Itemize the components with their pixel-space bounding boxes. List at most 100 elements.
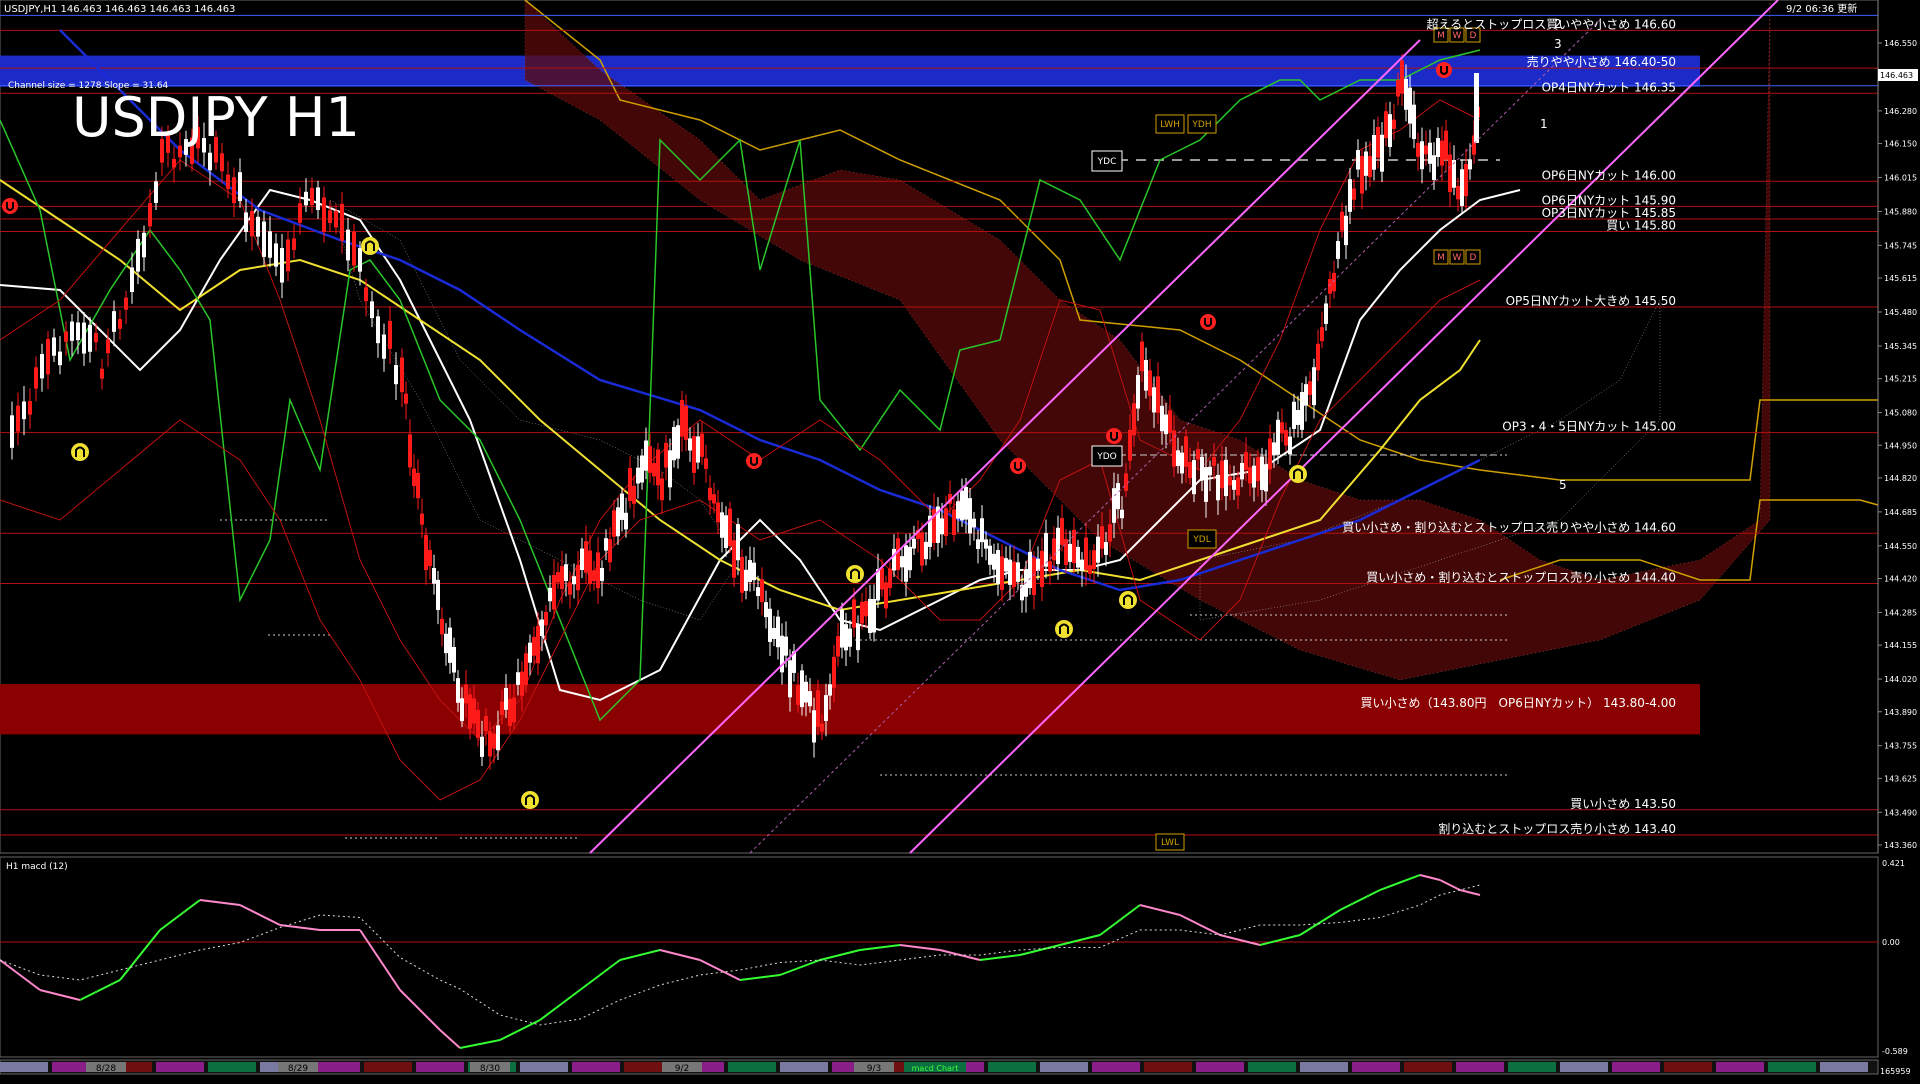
candle-body	[226, 174, 230, 189]
candle-body	[1092, 550, 1096, 570]
candle-body	[28, 401, 32, 415]
candle-body	[960, 490, 964, 521]
ydo-marker-label: YDO	[1096, 452, 1117, 462]
current-price-label: 146.463	[1880, 71, 1913, 80]
candle-body	[346, 229, 350, 261]
price-tick-label: 144.420	[1884, 575, 1917, 584]
candle-body	[708, 487, 712, 501]
wave-label: 5	[1559, 478, 1567, 492]
candle-body	[1148, 370, 1152, 396]
time-strip-segment	[208, 1062, 256, 1072]
price-tick-label: 144.285	[1884, 608, 1917, 617]
candle-body	[468, 694, 472, 729]
candle-body	[596, 552, 600, 589]
candle-body	[420, 513, 424, 525]
candle-body	[1052, 538, 1056, 561]
candle-body	[1064, 539, 1068, 565]
candle-body	[1348, 179, 1352, 212]
date-tag: 8/30	[480, 1064, 500, 1074]
candle-body	[100, 368, 104, 379]
candle-body	[1180, 452, 1184, 474]
candle-body	[1256, 457, 1260, 482]
update-timestamp: 9/2 06:36 更新	[1786, 2, 1857, 15]
candle-body	[1400, 60, 1404, 94]
time-strip-segment	[572, 1062, 620, 1072]
price-tick-label: 146.280	[1884, 107, 1917, 116]
candle-body	[620, 493, 624, 520]
candle-body	[464, 684, 468, 704]
candle-body	[864, 601, 868, 617]
candle-body	[286, 239, 290, 272]
price-tick-label: 144.820	[1884, 474, 1917, 483]
candle-body	[820, 723, 824, 732]
candle-body	[488, 731, 492, 757]
candle-body	[504, 687, 508, 710]
candle-body	[1474, 73, 1479, 143]
candle-body	[536, 625, 540, 664]
candle-body	[508, 698, 512, 726]
candle-body	[400, 357, 404, 393]
candle-body	[1096, 536, 1100, 563]
candle-body	[1260, 456, 1264, 490]
candle-body	[692, 435, 696, 473]
candle-body	[648, 446, 652, 473]
candle-body	[142, 232, 146, 258]
candle-body	[772, 628, 776, 639]
candle-body	[444, 633, 448, 654]
chart-canvas[interactable]: YDCYDOLWH YDHYDLLWLM W DM W D1235 USDJPY,H1 1…	[0, 0, 1920, 1080]
sell-signal-icon	[746, 453, 762, 469]
candle-body	[292, 238, 296, 250]
candle-body	[1196, 449, 1200, 460]
candle-body	[232, 177, 236, 204]
mwd-top-1-label: W	[1453, 31, 1462, 41]
time-strip-segment	[1664, 1062, 1712, 1072]
candle-body	[148, 203, 152, 227]
candle-body	[800, 670, 804, 708]
candle-body	[408, 434, 412, 468]
candle-body	[668, 450, 672, 488]
candle-body	[1244, 452, 1248, 470]
candle-body	[1104, 542, 1108, 555]
candle-body	[872, 599, 876, 633]
time-strip-segment	[520, 1062, 568, 1072]
candle-body	[888, 568, 892, 588]
price-tick-label: 145.215	[1884, 375, 1917, 384]
time-strip-segment	[1768, 1062, 1816, 1072]
candle-body	[776, 616, 780, 648]
candle-body	[752, 562, 756, 581]
candle-body	[904, 545, 908, 582]
candle-body	[352, 231, 356, 266]
candle-body	[10, 415, 14, 448]
candle-body	[280, 248, 284, 283]
candle-body	[840, 609, 844, 648]
time-strip-segment	[312, 1062, 360, 1072]
price-tick-label: 144.685	[1884, 508, 1917, 517]
candle-body	[340, 203, 344, 241]
candle-body	[1376, 126, 1380, 158]
candle-body	[1136, 375, 1140, 409]
price-tick-label: 146.550	[1884, 39, 1917, 48]
candle-body	[996, 549, 1000, 584]
candle-body	[1120, 509, 1124, 519]
time-strip-segment	[1456, 1062, 1504, 1072]
price-tick-label: 145.480	[1884, 308, 1917, 317]
candle-body	[764, 602, 768, 618]
candle-body	[644, 440, 648, 471]
candle-body	[1356, 150, 1360, 170]
candle-body	[612, 510, 616, 537]
time-strip-segment	[780, 1062, 828, 1072]
time-strip-segment	[1560, 1062, 1608, 1072]
candle-body	[70, 321, 74, 341]
candle-body	[832, 656, 836, 688]
candle-body	[1060, 518, 1064, 545]
candle-body	[992, 553, 996, 570]
candle-body	[632, 485, 636, 504]
candle-body	[388, 320, 392, 349]
buy-signal-icon	[1289, 465, 1307, 483]
lwl-marker-label: LWL	[1161, 838, 1179, 848]
candle-body	[364, 287, 368, 302]
candle-body	[556, 572, 560, 583]
sell-signal-icon	[1010, 458, 1026, 474]
candle-body	[972, 518, 976, 528]
candle-body	[136, 238, 140, 272]
